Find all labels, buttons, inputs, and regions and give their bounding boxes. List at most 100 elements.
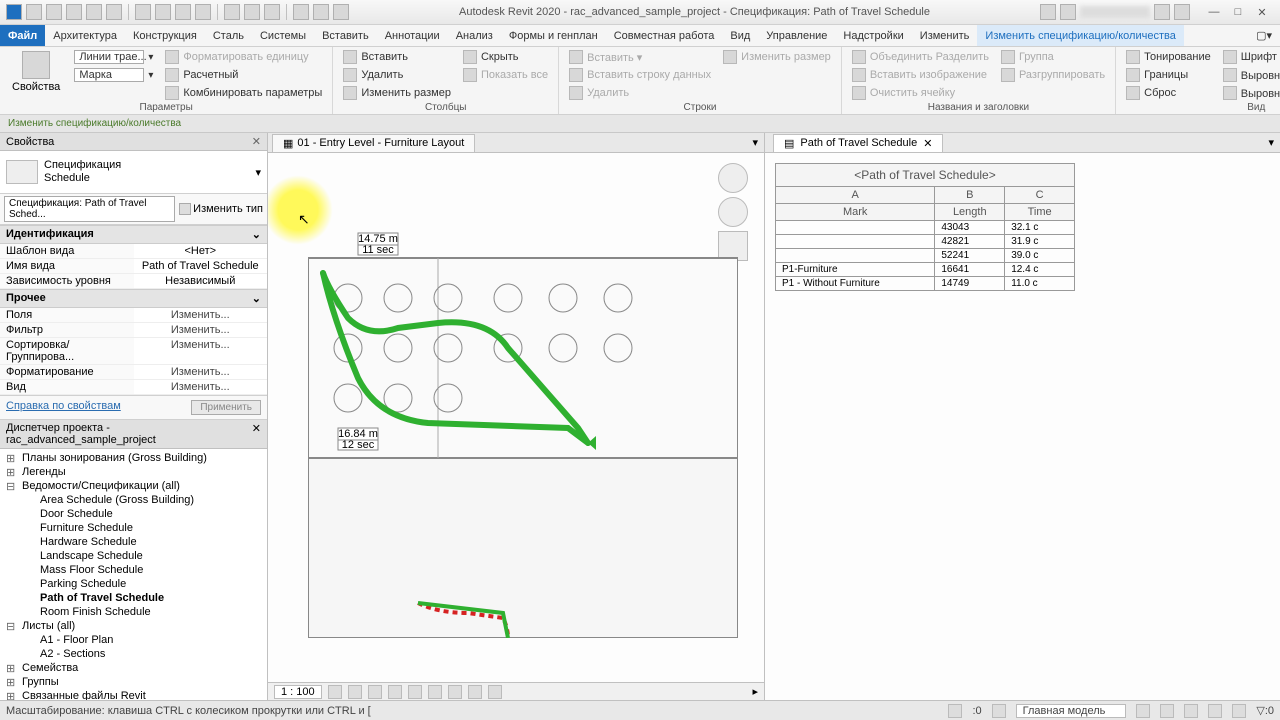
select-pinned-icon[interactable] <box>1184 704 1198 718</box>
reset-button[interactable]: Сброс <box>1122 85 1215 101</box>
crop-icon[interactable] <box>408 685 422 699</box>
tree-node[interactable]: ⊞Семейства <box>0 661 267 675</box>
close-browser-icon[interactable]: ✕ <box>252 422 261 446</box>
filter-combo[interactable]: Спецификация: Path of Travel Sched... <box>4 196 175 222</box>
reveal-icon[interactable] <box>488 685 502 699</box>
tree-node[interactable]: Room Finish Schedule <box>0 605 267 619</box>
editable-icon[interactable] <box>992 704 1006 718</box>
sync-icon[interactable] <box>66 4 82 20</box>
search-icon[interactable] <box>1040 4 1056 20</box>
tab-view[interactable]: Вид <box>722 25 758 46</box>
open-icon[interactable] <box>26 4 42 20</box>
prop-row[interactable]: ФорматированиеИзменить... <box>0 365 267 380</box>
type-selector[interactable]: СпецификацияSchedule ▾ <box>0 151 267 194</box>
model-combo[interactable]: Главная модель <box>1016 704 1127 718</box>
tab-collapse-icon[interactable]: ▢▾ <box>1248 25 1280 46</box>
select-link-icon[interactable] <box>1136 704 1150 718</box>
tree-node[interactable]: ⊟Листы (all) <box>0 619 267 633</box>
tab-annotate[interactable]: Аннотации <box>377 25 448 46</box>
help-icon[interactable] <box>1174 4 1190 20</box>
undo-icon[interactable] <box>86 4 102 20</box>
project-browser-tree[interactable]: ⊞Планы зонирования (Gross Building)⊞Леге… <box>0 449 267 700</box>
temp-hide-icon[interactable] <box>468 685 482 699</box>
print-icon[interactable] <box>135 4 151 20</box>
schedule-table[interactable]: <Path of Travel Schedule> A B C Mark Len… <box>775 163 1075 291</box>
borders-button[interactable]: Границы <box>1122 67 1215 83</box>
combo-linetype[interactable]: Линии трае...▾ <box>70 49 157 65</box>
select-face-icon[interactable] <box>1208 704 1222 718</box>
tree-node[interactable]: A1 - Floor Plan <box>0 633 267 647</box>
sun-icon[interactable] <box>368 685 382 699</box>
schedule-tab-dropdown-icon[interactable]: ▾ <box>1262 136 1280 149</box>
tab-structure[interactable]: Конструкция <box>125 25 205 46</box>
table-row[interactable]: P1 - Without Furniture1474911.0 с <box>776 277 1075 291</box>
lock-icon[interactable] <box>448 685 462 699</box>
select-underlay-icon[interactable] <box>1160 704 1174 718</box>
chevron-down-icon[interactable]: ▾ <box>255 166 261 179</box>
table-row[interactable]: P1-Furniture1664112.4 с <box>776 263 1075 277</box>
tree-node[interactable]: Door Schedule <box>0 507 267 521</box>
filter-count[interactable]: ▽:0 <box>1256 704 1274 717</box>
insert-col-button[interactable]: Вставить <box>339 49 455 65</box>
tree-node[interactable]: Path of Travel Schedule <box>0 591 267 605</box>
scroll-right-icon[interactable]: ▸ <box>752 685 758 698</box>
3d-icon[interactable] <box>224 4 240 20</box>
visual-style-icon[interactable] <box>348 685 362 699</box>
shading-button[interactable]: Тонирование <box>1122 49 1215 65</box>
tree-node[interactable]: Landscape Schedule <box>0 549 267 563</box>
combo-mark[interactable]: Марка▾ <box>70 67 157 83</box>
delete-col-button[interactable]: Удалить <box>339 67 455 83</box>
app-icon[interactable] <box>6 4 22 20</box>
schedule-tab[interactable]: ▤ Path of Travel Schedule ✕ <box>773 134 943 152</box>
edit-type-button[interactable]: Изменить тип <box>179 203 263 215</box>
prop-row[interactable]: Зависимость уровняНезависимый <box>0 274 267 289</box>
view-tab-floorplan[interactable]: ▦01 - Entry Level - Furniture Layout <box>272 134 475 152</box>
detail-level-icon[interactable] <box>328 685 342 699</box>
tree-node[interactable]: ⊞Группы <box>0 675 267 689</box>
align-v-button[interactable]: Выровнять по вертикали ▾ <box>1219 85 1280 101</box>
crop-region-icon[interactable] <box>428 685 442 699</box>
table-row[interactable]: 4282131.9 с <box>776 235 1075 249</box>
tab-architecture[interactable]: Архитектура <box>45 25 125 46</box>
tree-node[interactable]: ⊞Связанные файлы Revit <box>0 689 267 700</box>
tab-manage[interactable]: Управление <box>758 25 835 46</box>
tree-node[interactable]: Parking Schedule <box>0 577 267 591</box>
table-row[interactable]: 5224139.0 с <box>776 249 1075 263</box>
calculated-button[interactable]: Расчетный <box>161 67 326 83</box>
properties-button[interactable]: Свойства <box>6 49 66 101</box>
align-h-button[interactable]: Выровнять по горизонтали ▾ <box>1219 67 1280 83</box>
maximize-button[interactable]: □ <box>1230 4 1246 20</box>
tree-node[interactable]: Mass Floor Schedule <box>0 563 267 577</box>
worksets-icon[interactable] <box>948 704 962 718</box>
tab-insert[interactable]: Вставить <box>314 25 377 46</box>
dim-icon[interactable] <box>175 4 191 20</box>
user-icon[interactable] <box>1060 4 1076 20</box>
tab-collab[interactable]: Совместная работа <box>606 25 723 46</box>
prop-row[interactable]: Сортировка/Группирова...Изменить... <box>0 338 267 365</box>
tab-modify-schedule[interactable]: Изменить спецификацию/количества <box>977 25 1183 46</box>
favorite-icon[interactable] <box>1154 4 1170 20</box>
close-tab-icon[interactable]: ✕ <box>923 137 932 150</box>
minimize-button[interactable]: — <box>1206 4 1222 20</box>
apply-button[interactable]: Применить <box>191 400 261 415</box>
close-button[interactable]: ✕ <box>1254 4 1270 20</box>
dropdown-icon[interactable] <box>333 4 349 20</box>
tab-modify[interactable]: Изменить <box>912 25 978 46</box>
resize-col-button[interactable]: Изменить размер <box>339 85 455 101</box>
tree-node[interactable]: Area Schedule (Gross Building) <box>0 493 267 507</box>
properties-help-link[interactable]: Справка по свойствам <box>6 400 121 415</box>
tab-file[interactable]: Файл <box>0 25 45 46</box>
tree-node[interactable]: A2 - Sections <box>0 647 267 661</box>
tab-addins[interactable]: Надстройки <box>835 25 911 46</box>
shadows-icon[interactable] <box>388 685 402 699</box>
table-row[interactable]: 4304332.1 с <box>776 221 1075 235</box>
prop-row[interactable]: ФильтрИзменить... <box>0 323 267 338</box>
tab-steel[interactable]: Сталь <box>205 25 252 46</box>
text-icon[interactable] <box>195 4 211 20</box>
combine-params-button[interactable]: Комбинировать параметры <box>161 85 326 101</box>
view-tab-dropdown-icon[interactable]: ▾ <box>752 136 758 149</box>
tree-node[interactable]: ⊞Легенды <box>0 465 267 479</box>
tab-massing[interactable]: Формы и генплан <box>501 25 606 46</box>
save-icon[interactable] <box>46 4 62 20</box>
tree-node[interactable]: Hardware Schedule <box>0 535 267 549</box>
